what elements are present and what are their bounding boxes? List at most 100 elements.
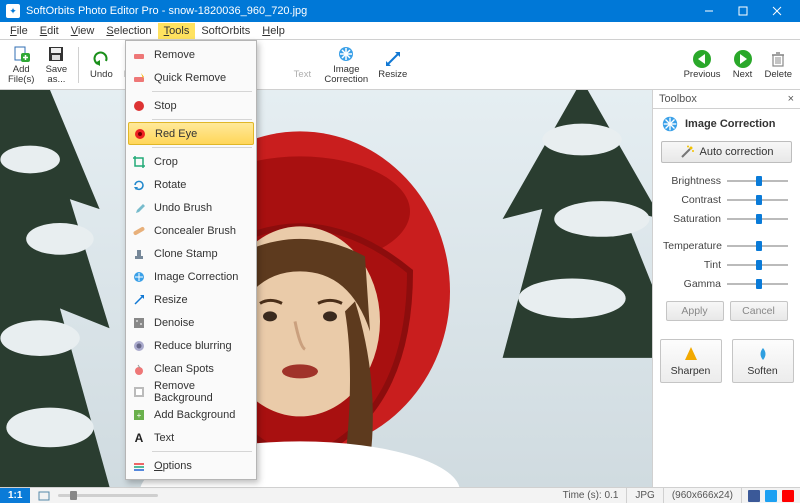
slider-group-b: Temperature Tint Gamma: [653, 236, 800, 293]
menu-help[interactable]: Help: [256, 23, 291, 39]
status-dimensions: (960x666x24): [664, 488, 742, 503]
soften-icon: [755, 346, 771, 362]
slider-tint[interactable]: Tint: [663, 255, 790, 274]
menu-remove[interactable]: Remove: [126, 43, 256, 66]
status-time: Time (s): 0.1: [555, 488, 628, 503]
apply-cancel-row: Apply Cancel: [653, 301, 800, 321]
rotate-icon: [131, 177, 147, 193]
minimize-button[interactable]: [692, 0, 726, 22]
eraser-bolt-icon: [131, 70, 147, 86]
status-bar: 1:1 Time (s): 0.1 JPG (960x666x24): [0, 487, 800, 503]
photo-tree-left: [0, 90, 110, 487]
app-icon: ✦: [6, 4, 20, 18]
toolbox-panel: Toolbox × Image Correction Auto correcti…: [652, 90, 800, 487]
menu-clean-spots[interactable]: Clean Spots: [126, 357, 256, 380]
sharpen-soften-row: Sharpen Soften: [653, 339, 800, 383]
toolbox-close-icon[interactable]: ×: [788, 93, 794, 105]
slider-brightness[interactable]: Brightness: [663, 171, 790, 190]
menu-red-eye[interactable]: Red Eye: [128, 122, 254, 145]
resize-icon: [383, 49, 403, 69]
menu-selection[interactable]: Selection: [100, 23, 157, 39]
menu-stop[interactable]: Stop: [126, 94, 256, 117]
twitter-icon[interactable]: [765, 490, 777, 502]
floppy-icon: [46, 44, 66, 64]
star-icon: [661, 115, 679, 133]
toolbar: AddFile(s) Saveas... Undo Redo Text Imag…: [0, 40, 800, 90]
menu-remove-background[interactable]: Remove Background: [126, 380, 256, 403]
delete-button[interactable]: Delete: [761, 47, 796, 82]
menu-denoise[interactable]: Denoise: [126, 311, 256, 334]
menu-tools[interactable]: Tools: [158, 23, 196, 39]
text-icon: [292, 49, 312, 69]
menu-resize[interactable]: Resize: [126, 288, 256, 311]
undo-button[interactable]: Undo: [85, 47, 117, 82]
menu-reduce-blurring[interactable]: Reduce blurring: [126, 334, 256, 357]
previous-button[interactable]: Previous: [680, 47, 725, 82]
next-button[interactable]: Next: [727, 47, 759, 82]
menu-clone-stamp[interactable]: Clone Stamp: [126, 242, 256, 265]
undo-icon: [91, 49, 111, 69]
photo-tree-right: [482, 90, 652, 358]
auto-correction-button[interactable]: Auto correction: [661, 141, 792, 163]
red-eye-icon: [132, 126, 148, 142]
slider-gamma[interactable]: Gamma: [663, 274, 790, 293]
maximize-button[interactable]: [726, 0, 760, 22]
image-correction-button[interactable]: ImageCorrection: [320, 42, 372, 87]
add-bg-icon: +: [131, 407, 147, 423]
panel-title-row: Image Correction: [653, 109, 800, 139]
menu-text[interactable]: AText: [126, 426, 256, 449]
sharpen-icon: [683, 346, 699, 362]
menu-edit[interactable]: Edit: [34, 23, 65, 39]
zoom-slider[interactable]: [58, 494, 158, 497]
close-button[interactable]: [760, 0, 794, 22]
youtube-icon[interactable]: [782, 490, 794, 502]
menu-rotate[interactable]: Rotate: [126, 173, 256, 196]
zoom-1to1-button[interactable]: 1:1: [0, 488, 30, 503]
star-icon: [131, 269, 147, 285]
wand-icon: [680, 145, 694, 159]
denoise-icon: [131, 315, 147, 331]
toolbox-header: Toolbox ×: [653, 90, 800, 109]
resize-button[interactable]: Resize: [374, 47, 411, 82]
image-canvas[interactable]: [0, 90, 652, 487]
soften-button[interactable]: Soften: [732, 339, 794, 383]
slider-contrast[interactable]: Contrast: [663, 190, 790, 209]
menu-quick-remove[interactable]: Quick Remove: [126, 66, 256, 89]
svg-text:+: +: [137, 411, 142, 420]
blur-icon: [131, 338, 147, 354]
add-file-button[interactable]: AddFile(s): [4, 42, 38, 87]
menu-image-correction[interactable]: Image Correction: [126, 265, 256, 288]
menu-file[interactable]: File: [4, 23, 34, 39]
text-tool-button[interactable]: Text: [286, 47, 318, 82]
menu-options[interactable]: Options: [126, 454, 256, 477]
tools-dropdown: Remove Quick Remove Stop Red Eye Crop Ro…: [125, 40, 257, 480]
menu-view[interactable]: View: [65, 23, 101, 39]
undo-brush-icon: [131, 200, 147, 216]
stop-icon: [131, 98, 147, 114]
text-icon: A: [131, 430, 147, 446]
menu-undo-brush[interactable]: Undo Brush: [126, 196, 256, 219]
slider-temperature[interactable]: Temperature: [663, 236, 790, 255]
star-icon: [336, 44, 356, 64]
options-icon: [131, 458, 147, 474]
eraser-icon: [131, 47, 147, 63]
band-aid-icon: [131, 223, 147, 239]
slider-saturation[interactable]: Saturation: [663, 209, 790, 228]
panel-title: Image Correction: [685, 118, 775, 130]
menu-add-background[interactable]: +Add Background: [126, 403, 256, 426]
cancel-button[interactable]: Cancel: [730, 301, 788, 321]
menu-concealer-brush[interactable]: Concealer Brush: [126, 219, 256, 242]
sharpen-button[interactable]: Sharpen: [660, 339, 722, 383]
plus-file-icon: [11, 44, 31, 64]
next-icon: [733, 49, 753, 69]
window-title: SoftOrbits Photo Editor Pro - snow-18200…: [26, 5, 692, 17]
prev-icon: [692, 49, 712, 69]
trash-icon: [768, 49, 788, 69]
save-as-button[interactable]: Saveas...: [40, 42, 72, 87]
apply-button[interactable]: Apply: [666, 301, 724, 321]
menu-crop[interactable]: Crop: [126, 150, 256, 173]
facebook-icon[interactable]: [748, 490, 760, 502]
toolbox-title: Toolbox: [659, 93, 697, 105]
menu-softorbits[interactable]: SoftOrbits: [195, 23, 256, 39]
zoom-fit-button[interactable]: [30, 488, 50, 503]
